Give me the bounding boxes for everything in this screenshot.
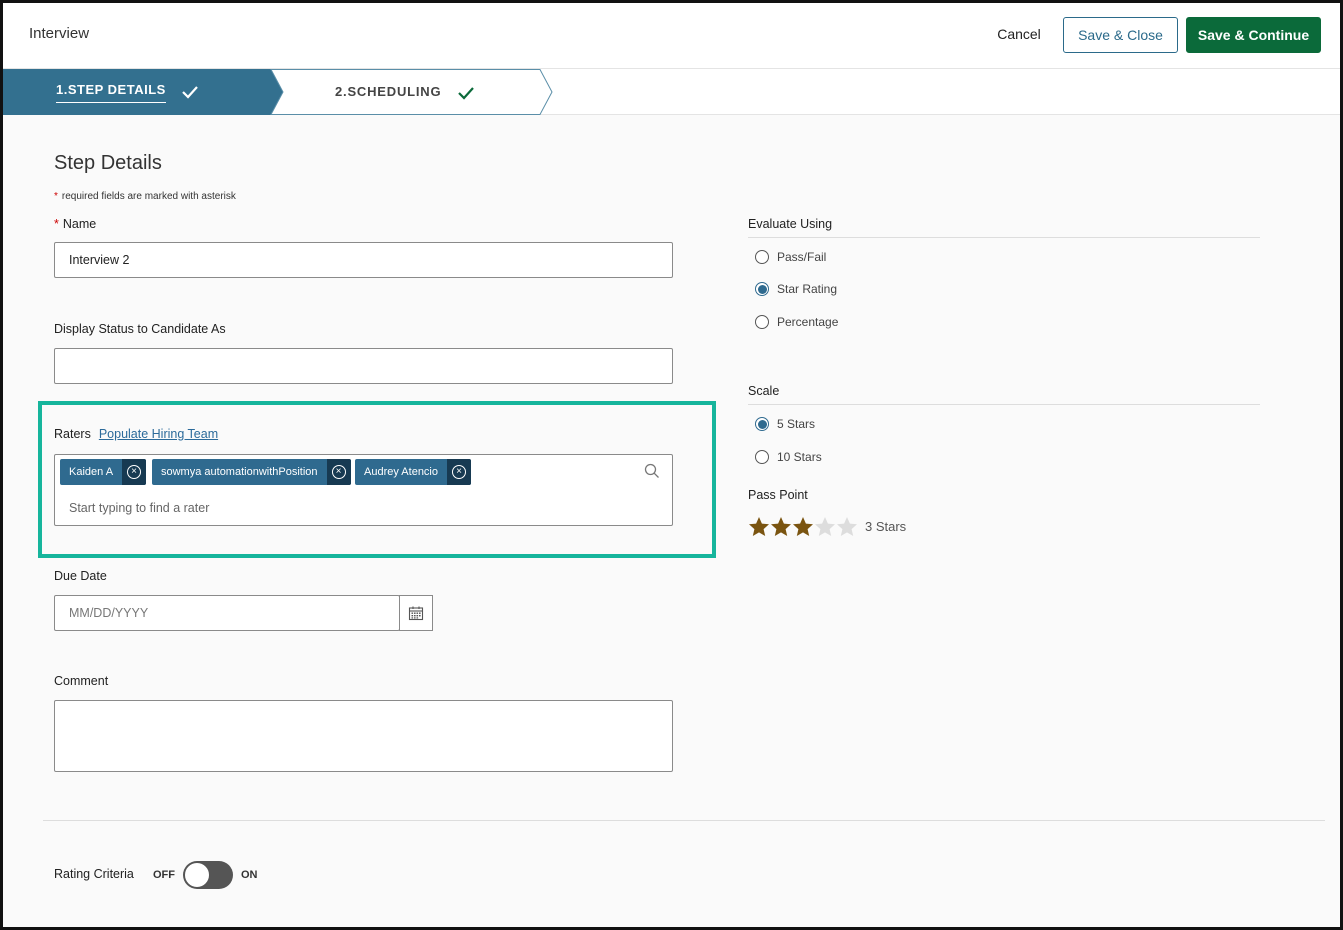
rating-criteria-toggle[interactable] <box>183 861 233 889</box>
pass-point-value: 3 Stars <box>865 519 907 534</box>
raters-field[interactable]: Kaiden A × sowmya automationwithPosition… <box>54 454 673 526</box>
required-note: * required fields are marked with asteris… <box>54 191 236 202</box>
check-icon <box>182 86 198 99</box>
remove-rater-button[interactable]: × <box>122 459 147 485</box>
remove-rater-button[interactable]: × <box>447 459 471 485</box>
pass-point-label: Pass Point <box>748 488 808 502</box>
star-filled-icon[interactable] <box>792 516 814 538</box>
close-icon: × <box>331 465 346 479</box>
evaluate-using-title: Evaluate Using <box>748 217 1260 238</box>
name-label: * Name <box>54 217 97 231</box>
toggle-knob <box>184 862 210 888</box>
toggle-off-label: OFF <box>153 869 175 881</box>
tab-step-details[interactable]: 1.STEP DETAILS <box>56 82 166 103</box>
divider <box>43 820 1325 821</box>
radio-button[interactable] <box>755 250 769 264</box>
radio-button[interactable] <box>755 450 769 464</box>
save-close-button[interactable]: Save & Close <box>1063 17 1178 53</box>
rating-criteria-label: Rating Criteria <box>54 867 134 881</box>
toggle-on-label: ON <box>241 869 258 881</box>
tab-scheduling[interactable]: 2.SCHEDULING <box>335 84 441 99</box>
radio-pass-fail[interactable]: Pass/Fail <box>755 250 826 264</box>
radio-button-selected[interactable] <box>755 282 769 296</box>
star-empty-icon[interactable] <box>836 516 858 538</box>
display-status-input[interactable] <box>54 348 673 384</box>
save-continue-button[interactable]: Save & Continue <box>1186 17 1321 53</box>
radio-10-stars[interactable]: 10 Stars <box>755 450 822 464</box>
star-empty-icon[interactable] <box>814 516 836 538</box>
comment-label: Comment <box>54 674 109 688</box>
app-frame: Interview Cancel Save & Close Save & Con… <box>0 0 1343 930</box>
due-date-input[interactable] <box>54 595 400 631</box>
radio-button-selected[interactable] <box>755 417 769 431</box>
raters-label: Raters Populate Hiring Team <box>54 427 219 441</box>
close-icon: × <box>452 465 466 479</box>
calendar-icon <box>408 606 424 621</box>
section-heading: Step Details <box>54 152 162 174</box>
remove-rater-button[interactable]: × <box>326 459 351 485</box>
pass-point-stars[interactable] <box>748 516 858 538</box>
check-icon <box>458 87 474 100</box>
search-icon[interactable] <box>644 463 660 479</box>
rater-chip: Kaiden A × <box>60 459 147 485</box>
rater-chip: Audrey Atencio × <box>355 459 471 485</box>
cancel-button[interactable]: Cancel <box>989 17 1049 51</box>
radio-percentage[interactable]: Percentage <box>755 315 838 329</box>
radio-button[interactable] <box>755 315 769 329</box>
rater-chip: sowmya automationwithPosition × <box>152 459 351 485</box>
scale-title: Scale <box>748 384 1260 405</box>
rater-search-input[interactable] <box>69 501 569 515</box>
populate-hiring-team-link[interactable]: Populate Hiring Team <box>99 427 218 441</box>
star-filled-icon[interactable] <box>770 516 792 538</box>
page-title: Interview <box>29 25 90 42</box>
name-input[interactable] <box>54 242 673 278</box>
radio-star-rating[interactable]: Star Rating <box>755 282 837 296</box>
radio-5-stars[interactable]: 5 Stars <box>755 417 815 431</box>
display-status-label: Display Status to Candidate As <box>54 322 226 336</box>
due-date-label: Due Date <box>54 569 107 583</box>
header-bar: Interview Cancel Save & Close Save & Con… <box>3 3 1340 69</box>
comment-textarea[interactable] <box>54 700 673 772</box>
star-filled-icon[interactable] <box>748 516 770 538</box>
stepper: 1.STEP DETAILS 2.SCHEDULING <box>3 69 1340 115</box>
date-picker-button[interactable] <box>399 595 433 631</box>
close-icon: × <box>127 465 142 479</box>
